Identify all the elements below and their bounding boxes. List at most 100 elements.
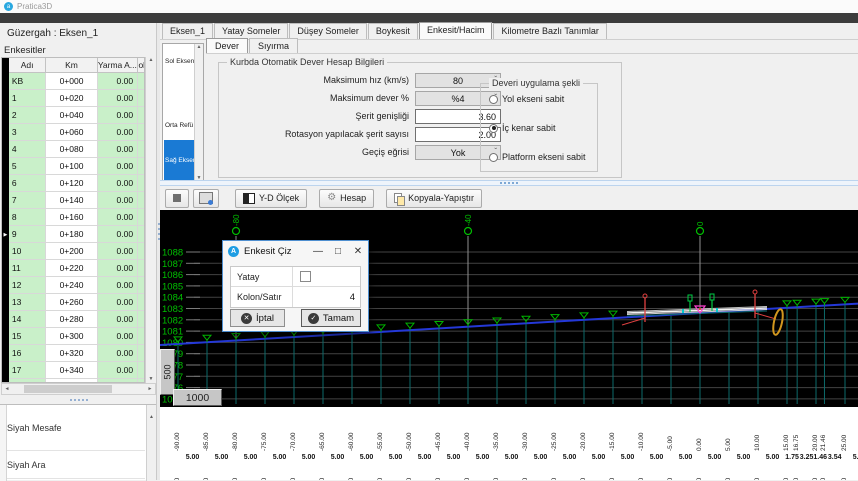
table-row[interactable]: 80+1600.00	[2, 209, 144, 226]
label-rotasyon-serit-sayisi: Rotasyon yapılacak şerit sayısı	[219, 129, 409, 139]
radio-icon[interactable]	[489, 153, 498, 162]
station-label: -80.00	[232, 433, 239, 451]
table-horizontal-scrollbar[interactable]: ◄ ►	[1, 383, 156, 395]
axis-listbox-scrollbar[interactable]: ▲ ▼	[194, 44, 203, 182]
svg-text:1083: 1083	[162, 304, 183, 315]
row-siyah-mesafe[interactable]: Siyah Mesafe	[7, 405, 145, 451]
left-panel-splitter[interactable]	[0, 395, 157, 404]
kolon-satir-value[interactable]: 4	[293, 287, 360, 307]
table-row[interactable]: 40+0800.00	[2, 141, 144, 158]
iptal-button[interactable]: ✕İptal	[230, 309, 285, 327]
subtab-divider	[206, 53, 858, 54]
station-axis-area: -90.0010-85.0010-80.0010-75.0010-70.0010…	[160, 407, 858, 480]
dialog-title-bar[interactable]: A Enkesit Çiz — □ ✕	[223, 241, 368, 261]
subtab-dever[interactable]: Dever	[206, 38, 248, 54]
interval-label: 5.00	[670, 454, 702, 461]
radio-ic-kenar-sabit[interactable]: İç kenar sabit	[489, 123, 556, 133]
table-row[interactable]: 120+2400.00	[2, 277, 144, 294]
profile-data-panel: Siyah Mesafe Siyah Ara ▲	[0, 404, 156, 480]
yatay-checkbox[interactable]	[300, 271, 311, 282]
maximize-icon[interactable]: □	[328, 246, 348, 257]
horizontal-scale-box: 1000	[173, 389, 222, 406]
axis-item-sol-eksen[interactable]: Sol Eksen	[164, 56, 195, 67]
table-row[interactable]: KB0+0000.00	[2, 73, 144, 90]
interval-label: 5.00	[409, 454, 441, 461]
table-row[interactable]: 160+3200.00	[2, 345, 144, 362]
label-serit-genisligi: Şerit genişliği	[219, 111, 409, 121]
table-row[interactable]: 130+2600.00	[2, 294, 144, 311]
col-header-dolg[interactable]: Dolg	[138, 58, 144, 73]
table-row[interactable]: 10+0200.00	[2, 90, 144, 107]
tab-dusey-someler[interactable]: Düşey Someler	[289, 23, 367, 39]
radio-group-title: Deveri uygulama şekli	[489, 78, 583, 88]
station-label: -20.00	[580, 433, 587, 451]
minimize-icon[interactable]: —	[308, 246, 328, 257]
profile-panel-scrollbar[interactable]: ▲	[146, 405, 156, 481]
current-row-marker[interactable]: ▶	[2, 226, 9, 243]
table-row[interactable]: 150+3000.00	[2, 328, 144, 345]
station-label: -90.00	[174, 433, 181, 451]
col-header-yarma[interactable]: Yarma A...	[98, 58, 138, 73]
table-row[interactable]: 100+2000.00	[2, 243, 144, 260]
enkesit-ciz-dialog: A Enkesit Çiz — □ ✕ Yatay Kolon/Satır 4 …	[222, 240, 369, 332]
table-row[interactable]: 70+1400.00	[2, 192, 144, 209]
axis-listbox[interactable]: Sol Eksen Orta Refü Sağ Eksen ▲ ▼	[162, 43, 204, 183]
yatay-label: Yatay	[231, 267, 293, 286]
station-label: -65.00	[319, 433, 326, 451]
station-label: -10.00	[638, 433, 645, 451]
table-row[interactable]: 170+3400.00	[2, 362, 144, 379]
radio-selected-icon[interactable]	[489, 124, 498, 133]
station-label: -55.00	[377, 433, 384, 451]
hesap-button[interactable]: ⚙Hesap	[319, 189, 374, 208]
station-label: -35.00	[493, 433, 500, 451]
table-row[interactable]: ▶90+1800.00	[2, 226, 144, 243]
table-row[interactable]: 60+1200.00	[2, 175, 144, 192]
enkesit-table[interactable]: Adı Km Yarma A... Dolg KB0+0000.0010+020…	[1, 57, 145, 383]
tab-boykesit[interactable]: Boykesit	[368, 23, 418, 39]
svg-text:1084: 1084	[162, 293, 183, 304]
interval-label: 5.00	[496, 454, 528, 461]
table-row[interactable]: 50+1000.00	[2, 158, 144, 175]
radio-yol-ekseni-sabit[interactable]: Yol ekseni sabit	[489, 94, 564, 104]
preview-button[interactable]	[193, 189, 219, 208]
radio-platform-ekseni-sabit[interactable]: Platform ekseni sabit	[489, 152, 586, 162]
radio-icon[interactable]	[489, 95, 498, 104]
table-vertical-scrollbar[interactable]: ▲ ▼	[145, 57, 156, 383]
station-label: -15.00	[609, 433, 616, 451]
stop-button[interactable]	[165, 189, 189, 208]
scroll-down-icon[interactable]: ▼	[149, 376, 154, 383]
table-row[interactable]: 30+0600.00	[2, 124, 144, 141]
ok-check-icon: ✓	[308, 313, 319, 324]
scroll-left-icon[interactable]: ◄	[2, 386, 12, 392]
copy-paste-icon	[394, 193, 404, 204]
scroll-up-icon[interactable]: ▲	[197, 44, 202, 51]
tab-kilometre-bazli[interactable]: Kilometre Bazlı Tanımlar	[493, 23, 606, 39]
row-siyah-ara[interactable]: Siyah Ara	[7, 451, 145, 479]
close-icon[interactable]: ✕	[348, 246, 368, 257]
scroll-right-icon[interactable]: ►	[145, 386, 155, 392]
col-header-km[interactable]: Km	[46, 58, 97, 73]
table-row[interactable]: 140+2800.00	[2, 311, 144, 328]
col-header-adi[interactable]: Adı	[9, 58, 46, 73]
groupbox-title: Kurbda Otomatik Dever Hesap Bilgileri	[227, 57, 387, 67]
tab-enkesit-hacim[interactable]: Enkesit/Hacim	[419, 22, 493, 39]
station-label: 15.00	[783, 435, 790, 451]
subtab-siyirma[interactable]: Sıyırma	[249, 38, 298, 54]
interval-label: 5.00	[264, 454, 296, 461]
station-label: -50.00	[406, 433, 413, 451]
scrollbar-thumb[interactable]	[24, 385, 112, 393]
interval-label: 5.00	[525, 454, 557, 461]
interval-label: 5.00	[612, 454, 644, 461]
tamam-button[interactable]: ✓Tamam	[301, 309, 361, 327]
scroll-up-icon[interactable]: ▲	[149, 57, 154, 64]
axis-item-sag-eksen[interactable]: Sağ Eksen	[164, 140, 195, 180]
table-row[interactable]: 20+0400.00	[2, 107, 144, 124]
kopyala-yapistir-button[interactable]: Kopyala-Yapıştır	[386, 189, 482, 208]
title-bar: a Pratica3D	[0, 0, 858, 13]
interval-label: 5.00	[293, 454, 325, 461]
table-row[interactable]: 110+2200.00	[2, 260, 144, 277]
scroll-up-icon[interactable]: ▲	[149, 414, 154, 420]
interval-label: 5.00	[438, 454, 470, 461]
yd-olcek-button[interactable]: Y-D Ölçek	[235, 189, 307, 208]
axis-item-orta-refu[interactable]: Orta Refü	[164, 120, 195, 131]
